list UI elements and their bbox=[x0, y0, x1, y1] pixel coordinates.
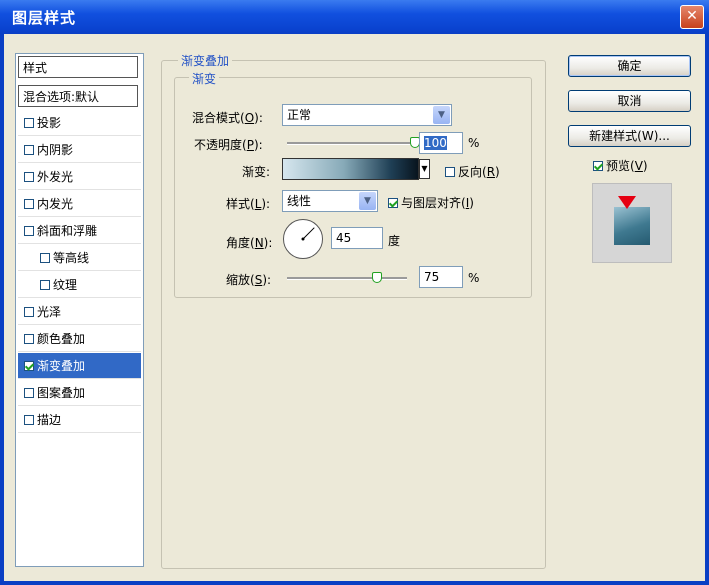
checkbox[interactable] bbox=[24, 225, 34, 236]
style-item-texture[interactable]: 纹理 bbox=[18, 272, 141, 298]
style-item-satin[interactable]: 光泽 bbox=[18, 299, 141, 325]
checkbox[interactable] bbox=[24, 387, 34, 398]
style-item-gradient-overlay[interactable]: 渐变叠加 bbox=[18, 353, 141, 379]
style-item-bevel-emboss[interactable]: 斜面和浮雕 bbox=[18, 218, 141, 244]
gradient-dropdown-icon[interactable]: ▼ bbox=[419, 159, 430, 179]
style-item-stroke[interactable]: 描边 bbox=[18, 407, 141, 433]
gradient-label: 渐变: bbox=[242, 165, 271, 179]
opacity-value: 100 bbox=[424, 136, 447, 150]
style-item-label: 内阴影 bbox=[37, 143, 74, 157]
checkbox[interactable] bbox=[24, 171, 34, 182]
scale-label: 缩放(S): bbox=[226, 273, 272, 287]
style-item-label: 颜色叠加 bbox=[37, 332, 86, 346]
checkbox[interactable] bbox=[24, 414, 34, 425]
checkbox[interactable] bbox=[24, 333, 34, 344]
opacity-label: 不透明度(P): bbox=[194, 138, 263, 152]
opacity-input[interactable]: 100 bbox=[419, 132, 463, 154]
checkbox[interactable] bbox=[40, 279, 50, 290]
group-title: 渐变叠加 bbox=[178, 52, 233, 69]
style-item-label: 渐变叠加 bbox=[37, 359, 86, 373]
style-list: 样式 混合选项:默认 投影 内阴影 外发光 内发光 斜面和浮雕 等高线 纹理 光… bbox=[15, 53, 144, 567]
style-select[interactable]: 线性 ▼ bbox=[282, 190, 378, 212]
checkbox[interactable] bbox=[24, 306, 34, 317]
style-item-label: 图案叠加 bbox=[37, 386, 86, 400]
checkbox[interactable] bbox=[24, 198, 34, 209]
angle-label: 角度(N): bbox=[226, 236, 273, 250]
style-item-label: 纹理 bbox=[53, 278, 78, 292]
style-item-label: 光泽 bbox=[37, 305, 62, 319]
gradient-picker[interactable] bbox=[282, 158, 419, 180]
checkbox[interactable] bbox=[445, 166, 455, 177]
angle-needle-icon bbox=[301, 227, 315, 241]
style-item-drop-shadow[interactable]: 投影 bbox=[18, 110, 141, 136]
checkbox[interactable] bbox=[388, 197, 398, 208]
checkbox[interactable] bbox=[40, 252, 50, 263]
blend-mode-value: 正常 bbox=[287, 108, 312, 122]
checkbox[interactable] bbox=[24, 144, 34, 155]
layer-style-dialog: 图层样式 ✕ 样式 混合选项:默认 投影 内阴影 外发光 内发光 斜面和浮雕 等 bbox=[0, 0, 709, 585]
style-item-label: 等高线 bbox=[53, 251, 90, 265]
preview-swatch bbox=[614, 207, 650, 245]
checkbox[interactable] bbox=[593, 160, 603, 171]
dialog-body: 样式 混合选项:默认 投影 内阴影 外发光 内发光 斜面和浮雕 等高线 纹理 光… bbox=[4, 34, 705, 581]
subgroup-title: 渐变 bbox=[189, 70, 220, 87]
angle-unit: 度 bbox=[388, 234, 401, 248]
style-item-pattern-overlay[interactable]: 图案叠加 bbox=[18, 380, 141, 406]
angle-input[interactable]: 45 bbox=[331, 227, 383, 249]
preview-checkbox[interactable]: 预览(V) bbox=[593, 157, 648, 174]
style-item-label: 内发光 bbox=[37, 197, 74, 211]
blend-mode-select[interactable]: 正常 ▼ bbox=[282, 104, 452, 126]
opacity-unit: % bbox=[468, 136, 480, 150]
scale-unit: % bbox=[468, 271, 480, 285]
ok-button[interactable]: 确定 bbox=[568, 55, 691, 77]
align-with-layer-checkbox[interactable]: 与图层对齐(I) bbox=[388, 194, 474, 211]
chevron-down-icon: ▼ bbox=[433, 106, 450, 124]
style-label: 样式(L): bbox=[226, 197, 271, 211]
angle-value: 45 bbox=[336, 231, 352, 245]
style-preview-thumbnail bbox=[592, 183, 672, 263]
scale-slider-thumb[interactable] bbox=[372, 272, 382, 283]
blend-mode-label: 混合模式(O): bbox=[192, 111, 263, 125]
style-item-label: 斜面和浮雕 bbox=[37, 224, 98, 238]
dialog-title: 图层样式 bbox=[12, 9, 77, 27]
checkbox[interactable] bbox=[24, 117, 34, 128]
close-icon[interactable]: ✕ bbox=[680, 5, 704, 29]
blend-options-item[interactable]: 混合选项:默认 bbox=[18, 85, 138, 107]
angle-dial[interactable] bbox=[283, 219, 323, 259]
title-bar[interactable]: 图层样式 ✕ bbox=[0, 0, 709, 34]
reverse-checkbox[interactable]: 反向(R) bbox=[445, 163, 500, 180]
chevron-down-icon: ▼ bbox=[359, 192, 376, 210]
style-item-inner-shadow[interactable]: 内阴影 bbox=[18, 137, 141, 163]
style-item-inner-glow[interactable]: 内发光 bbox=[18, 191, 141, 217]
style-item-label: 外发光 bbox=[37, 170, 74, 184]
style-item-outer-glow[interactable]: 外发光 bbox=[18, 164, 141, 190]
preview-marker-icon bbox=[618, 196, 636, 209]
style-item-contour[interactable]: 等高线 bbox=[18, 245, 141, 271]
style-item-label: 描边 bbox=[37, 413, 62, 427]
style-item-color-overlay[interactable]: 颜色叠加 bbox=[18, 326, 141, 352]
new-style-button[interactable]: 新建样式(W)... bbox=[568, 125, 691, 147]
scale-slider-track[interactable] bbox=[287, 277, 407, 280]
style-value: 线性 bbox=[287, 194, 312, 208]
opacity-slider-track[interactable] bbox=[287, 142, 415, 145]
cancel-button[interactable]: 取消 bbox=[568, 90, 691, 112]
styles-header[interactable]: 样式 bbox=[18, 56, 138, 78]
scale-input[interactable]: 75 bbox=[419, 266, 463, 288]
style-item-label: 投影 bbox=[37, 116, 62, 130]
scale-value: 75 bbox=[424, 270, 440, 284]
checkbox[interactable] bbox=[24, 360, 34, 371]
